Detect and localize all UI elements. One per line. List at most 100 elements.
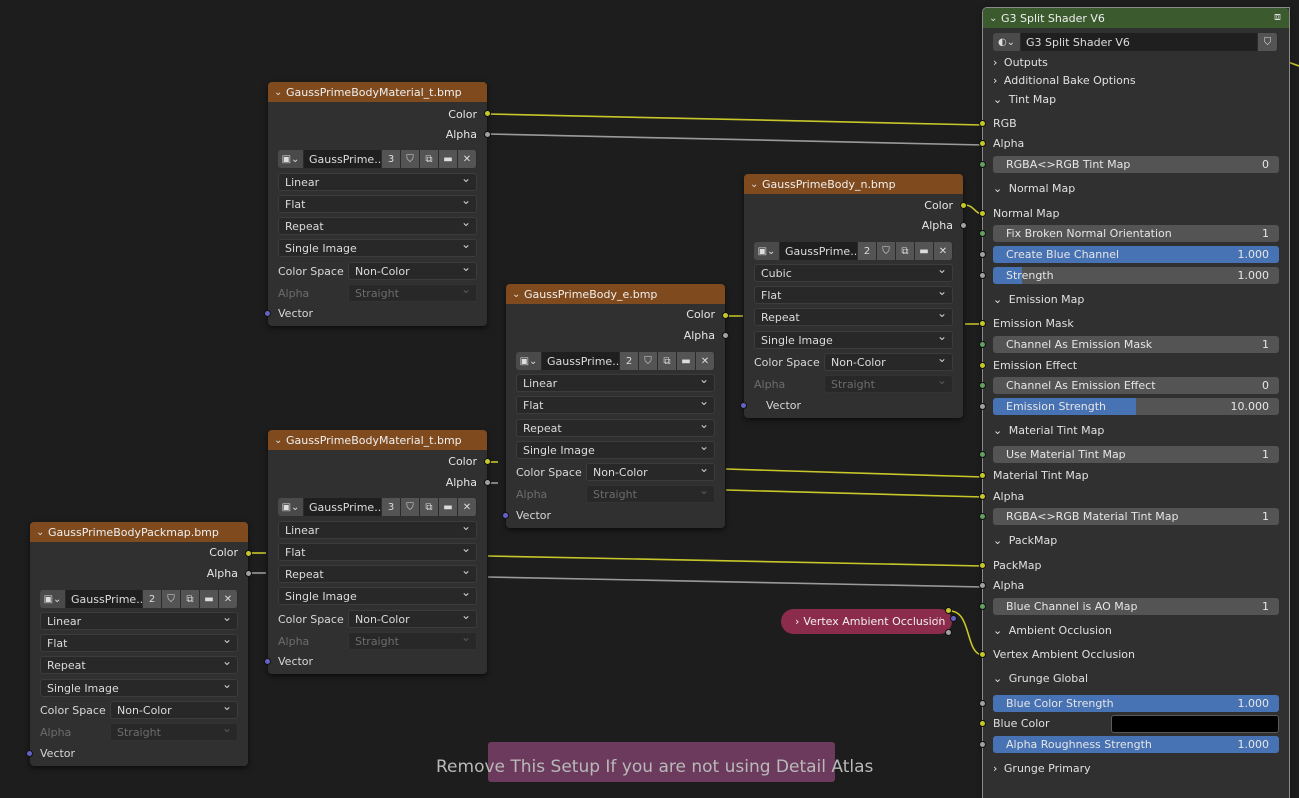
duplicate-icon[interactable]: ⧉ [181, 590, 200, 608]
extension-dropdown[interactable]: Repeat [278, 215, 477, 235]
image-browse-icon[interactable]: ▣⌄ [754, 242, 780, 260]
open-folder-icon[interactable]: ▬ [915, 242, 934, 260]
image-browse-icon[interactable]: ▣⌄ [516, 352, 542, 370]
fake-user-shield-icon[interactable]: ⛉ [162, 590, 181, 608]
projection-dropdown[interactable]: Flat [278, 193, 477, 213]
value-slider[interactable]: Create Blue Channel 1.000 [993, 246, 1279, 263]
output-alpha-socket[interactable] [960, 222, 967, 229]
output-color-socket[interactable] [484, 110, 491, 117]
output-alpha-socket[interactable] [722, 332, 729, 339]
drag-handle-icon[interactable]: ⁞⁞ [936, 616, 942, 627]
duplicate-icon[interactable]: ⧉ [658, 352, 677, 370]
interpolation-dropdown[interactable]: Linear [278, 171, 477, 191]
image-selector[interactable]: ▣⌄ GaussPrime... 2 ⛉ ⧉ ▬ ✕ [40, 590, 238, 608]
image-users-count[interactable]: 3 [382, 150, 401, 168]
number-field[interactable]: Blue Channel is AO Map 1 [993, 598, 1279, 615]
open-folder-icon[interactable]: ▬ [439, 150, 458, 168]
input-socket[interactable] [979, 720, 986, 727]
panel-header[interactable]: › Outputs [983, 53, 1289, 73]
vector-input-socket[interactable] [26, 750, 33, 757]
chevron-down-icon[interactable]: ⌄ [36, 527, 48, 538]
color-space-dropdown[interactable]: Non-Color [110, 699, 238, 719]
input-socket[interactable] [979, 513, 986, 520]
input-socket[interactable] [979, 582, 986, 589]
source-dropdown[interactable]: Single Image [278, 585, 477, 605]
image-browse-icon[interactable]: ▣⌄ [40, 590, 66, 608]
panel-header[interactable]: ⌄ PackMap [983, 531, 1289, 551]
vector-input-socket[interactable] [502, 512, 509, 519]
input-socket[interactable] [979, 251, 986, 258]
projection-dropdown[interactable]: Flat [516, 394, 715, 414]
color-space-dropdown[interactable]: Non-Color [348, 608, 477, 628]
input-socket[interactable] [979, 562, 986, 569]
value-slider[interactable]: Blue Color Strength 1.000 [993, 695, 1279, 712]
source-dropdown[interactable]: Single Image [516, 439, 715, 459]
panel-header[interactable]: › Additional Bake Options [983, 71, 1289, 91]
node-header[interactable]: ⌄ GaussPrimeBodyMaterial_t.bmp [268, 82, 487, 102]
chevron-down-icon[interactable]: ⌄ [993, 93, 1006, 106]
image-users-count[interactable]: 2 [143, 590, 162, 608]
image-selector[interactable]: ▣⌄ GaussPrime... 2 ⛉ ⧉ ▬ ✕ [516, 352, 715, 370]
duplicate-icon[interactable]: ⧉ [420, 498, 439, 516]
projection-dropdown[interactable]: Flat [754, 284, 953, 304]
color-space-dropdown[interactable]: Non-Color [348, 260, 477, 280]
fake-user-shield-icon[interactable]: ⛉ [401, 150, 420, 168]
vertex-ao-node-collapsed[interactable]: › Vertex Ambient Occlusion ⁞⁞ [781, 609, 952, 634]
output-alpha-socket[interactable] [484, 131, 491, 138]
input-socket[interactable] [979, 741, 986, 748]
panel-header[interactable]: ⌄ Tint Map [983, 90, 1289, 110]
interpolation-dropdown[interactable]: Linear [40, 610, 238, 630]
input-socket[interactable] [979, 120, 986, 127]
duplicate-icon[interactable]: ⧉ [896, 242, 915, 260]
image-users-count[interactable]: 2 [858, 242, 877, 260]
chevron-right-icon[interactable]: › [993, 56, 1001, 69]
input-socket[interactable] [979, 700, 986, 707]
interpolation-dropdown[interactable]: Linear [278, 519, 477, 539]
image-name-field[interactable]: GaussPrime... [304, 498, 382, 516]
input-socket[interactable] [979, 341, 986, 348]
input-socket[interactable] [979, 210, 986, 217]
fake-user-shield-icon[interactable]: ⛉ [877, 242, 896, 260]
image-name-field[interactable]: GaussPrime... [780, 242, 858, 260]
input-socket[interactable] [979, 362, 986, 369]
open-folder-icon[interactable]: ▬ [677, 352, 696, 370]
chevron-down-icon[interactable]: ⌄ [993, 424, 1006, 437]
vector-input-socket[interactable] [740, 402, 747, 409]
chevron-down-icon[interactable]: ⌄ [993, 624, 1006, 637]
vao-output-socket[interactable] [950, 615, 957, 622]
extension-dropdown[interactable]: Repeat [754, 306, 953, 326]
projection-dropdown[interactable]: Flat [40, 632, 238, 652]
color-swatch[interactable] [1111, 715, 1279, 733]
number-field[interactable]: Fix Broken Normal Orientation 1 [993, 225, 1279, 242]
chevron-down-icon[interactable]: ⌄ [274, 87, 286, 98]
fake-user-shield-icon[interactable]: ⛉ [401, 498, 420, 516]
image-texture-node[interactable]: ⌄ GaussPrimeBody_n.bmp Color Alpha ▣⌄ Gau… [740, 174, 967, 418]
input-socket[interactable] [979, 603, 986, 610]
output-alpha-socket[interactable] [245, 570, 252, 577]
image-texture-node[interactable]: ⌄ GaussPrimeBodyMaterial_t.bmp Color Alph… [264, 82, 491, 326]
chevron-right-icon[interactable]: › [993, 762, 1001, 775]
image-texture-node[interactable]: ⌄ GaussPrimeBodyPackmap.bmp Color Alpha ▣… [26, 522, 252, 766]
input-socket[interactable] [979, 403, 986, 410]
chevron-down-icon[interactable]: ⌄ [993, 534, 1006, 547]
input-socket[interactable] [979, 382, 986, 389]
input-socket[interactable] [979, 272, 986, 279]
image-name-field[interactable]: GaussPrime... [66, 590, 143, 608]
close-icon[interactable]: ✕ [458, 498, 477, 516]
image-name-field[interactable]: GaussPrime... [542, 352, 620, 370]
projection-dropdown[interactable]: Flat [278, 541, 477, 561]
image-texture-node[interactable]: ⌄ GaussPrimeBodyMaterial_t.bmp Color Alph… [264, 430, 491, 674]
image-selector[interactable]: ▣⌄ GaussPrime... 3 ⛉ ⧉ ▬ ✕ [278, 498, 477, 516]
chevron-right-icon[interactable]: › [993, 74, 1001, 87]
color-space-dropdown[interactable]: Non-Color [586, 461, 715, 481]
close-icon[interactable]: ✕ [219, 590, 238, 608]
panel-header[interactable]: ⌄ Normal Map [983, 179, 1289, 199]
group-node-g3-split-shader[interactable]: ⌄ G3 Split Shader V6 ⧈ ◐⌄ G3 Split Shade… [979, 7, 1290, 798]
chevron-down-icon[interactable]: ⌄ [750, 179, 762, 190]
number-field[interactable]: RGBA<>RGB Tint Map 0 [993, 156, 1279, 173]
extension-dropdown[interactable]: Repeat [278, 563, 477, 583]
node-header[interactable]: ⌄ GaussPrimeBody_e.bmp [506, 284, 725, 304]
input-socket[interactable] [979, 320, 986, 327]
number-field[interactable]: Channel As Emission Mask 1 [993, 336, 1279, 353]
image-texture-node[interactable]: ⌄ GaussPrimeBody_e.bmp Color Alpha ▣⌄ Gau… [502, 284, 729, 528]
